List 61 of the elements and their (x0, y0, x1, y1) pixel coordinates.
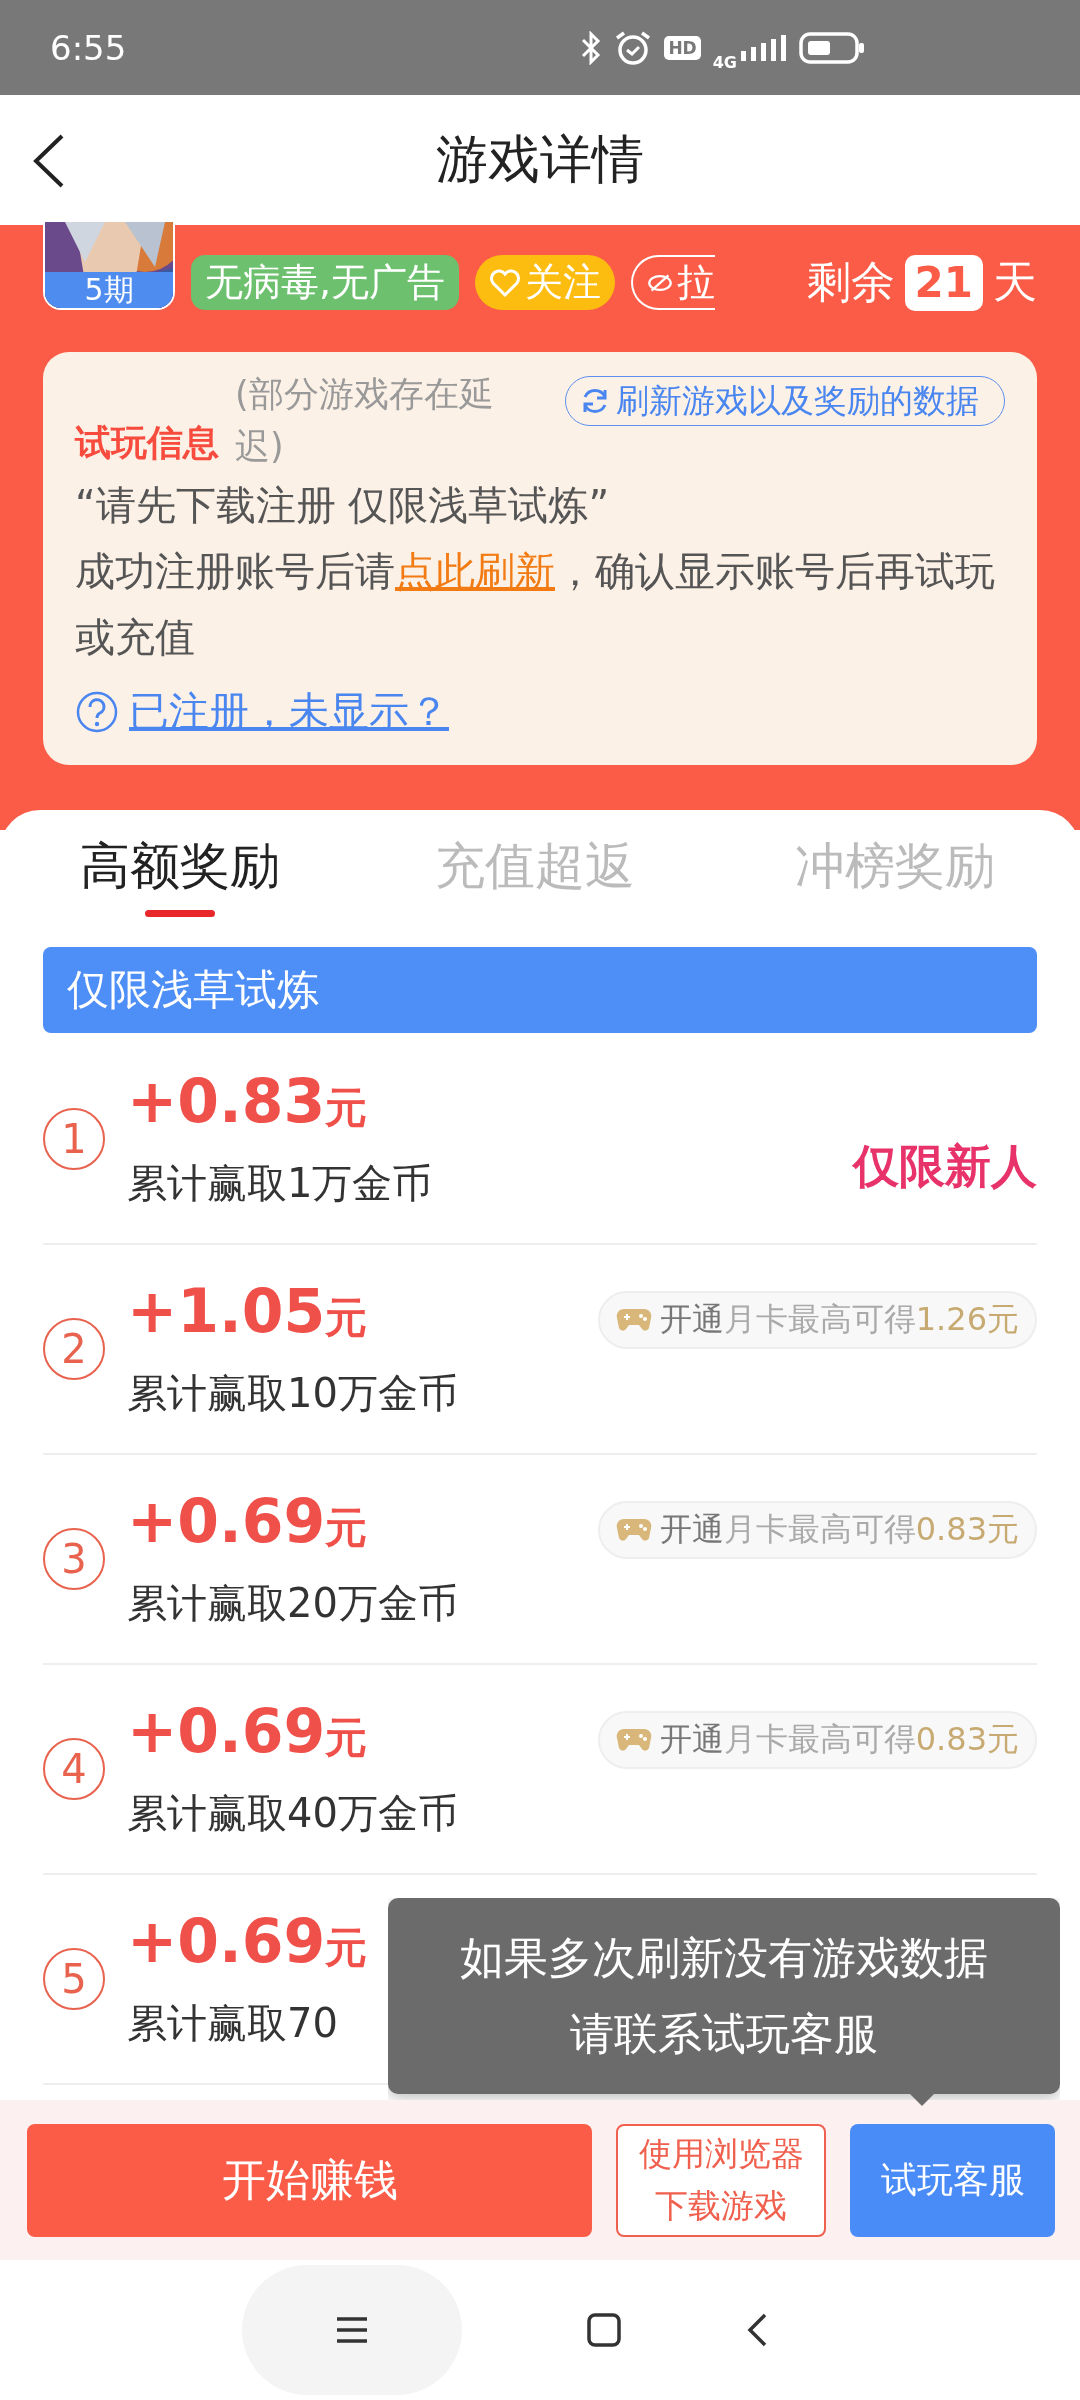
gamepad-icon (615, 1517, 652, 1543)
instruction-text: 成功注册账号后请点此刷新，确认显示账号后再试玩或充值 (75, 547, 996, 662)
reward-amount: +0.69元 (127, 1907, 368, 1978)
gamepad-icon (615, 1727, 652, 1753)
network-type: 4G (712, 53, 737, 72)
rank-number: 4 (43, 1738, 105, 1800)
hide-button[interactable]: 拉 (631, 255, 716, 310)
rank-number: 3 (43, 1528, 105, 1590)
bonus-text: 开通月卡最高可得0.83元 (659, 1509, 1019, 1550)
page-title: 游戏详情 (436, 128, 644, 191)
follow-button[interactable]: 关注 (475, 255, 616, 310)
reward-amount: +0.83元 (127, 1067, 369, 1138)
signal-icon (739, 32, 787, 63)
bonus-text: 开通月卡最高可得0.83元 (659, 1719, 1019, 1760)
tab[interactable]: 高额奖励 (0, 810, 360, 940)
new-user-label: 仅限新人 (853, 1138, 1037, 1195)
bonus-text: 开通月卡最高可得1.26元 (659, 1299, 1019, 1340)
rank-number: 2 (43, 1318, 105, 1380)
customer-service-button[interactable]: 试玩客服 (850, 2123, 1055, 2237)
help-link[interactable]: 已注册，未显示？ (129, 684, 449, 739)
bluetooth-icon (580, 30, 603, 65)
hd-badge: HD (664, 35, 701, 60)
notice-quote: “请先下载注册 仅限浅草试炼” (75, 481, 611, 530)
start-button[interactable]: 开始赚钱 (27, 2123, 592, 2237)
reward-goal: 累计赢取20万金币 (127, 1579, 458, 1628)
refresh-link[interactable]: 点此刷新 (395, 548, 555, 594)
gamepad-icon (615, 1307, 652, 1333)
days-count: 21 (904, 254, 983, 311)
reward-goal: 累计赢取1万金币 (127, 1159, 433, 1208)
period-badge: 5期 (45, 272, 173, 308)
tag-label: 拉 (677, 259, 716, 306)
tooltip: 如果多次刷新没有游戏数据 请联系试玩客服 (388, 1898, 1060, 2094)
days-unit: 天 (993, 255, 1037, 309)
section-title: 试玩信息 (75, 421, 219, 465)
reward-amount: +0.69元 (127, 1487, 369, 1558)
help-icon (75, 689, 119, 734)
delay-note: (部分游戏存在延迟) (235, 373, 495, 468)
tab[interactable]: 充值超返 (360, 810, 710, 940)
back-icon (745, 2312, 768, 2348)
reward-amount: +1.05元 (127, 1277, 369, 1348)
heart-icon (489, 267, 522, 298)
rank-number: 1 (43, 1108, 105, 1170)
section-banner: 仅限浅草试炼 (43, 947, 1037, 1033)
rank-number: 5 (43, 1948, 105, 2010)
alarm-icon (614, 29, 653, 66)
home-button[interactable] (587, 2313, 621, 2347)
menu-icon (335, 2315, 370, 2345)
reward-goal: 累计赢取70 (127, 1999, 339, 2048)
remaining-label: 剩余 (806, 255, 895, 309)
tag-label: 无病毒,无广告 (205, 259, 446, 306)
tag-label: 关注 (525, 259, 602, 306)
reward-goal: 累计赢取40万金币 (127, 1789, 458, 1838)
reward-goal: 累计赢取10万金币 (127, 1369, 458, 1418)
tab[interactable]: 冲榜奖励 (710, 810, 1080, 940)
status-time: 6:55 (50, 27, 127, 68)
square-icon (587, 2313, 621, 2347)
battery-icon (799, 31, 865, 64)
reward-amount: +0.69元 (127, 1697, 369, 1768)
back-nav-button[interactable] (745, 2312, 768, 2348)
refresh-button[interactable]: 刷新游戏以及奖励的数据 (565, 376, 1005, 426)
browser-download-button[interactable]: 使用浏览器下载游戏 (616, 2123, 826, 2237)
